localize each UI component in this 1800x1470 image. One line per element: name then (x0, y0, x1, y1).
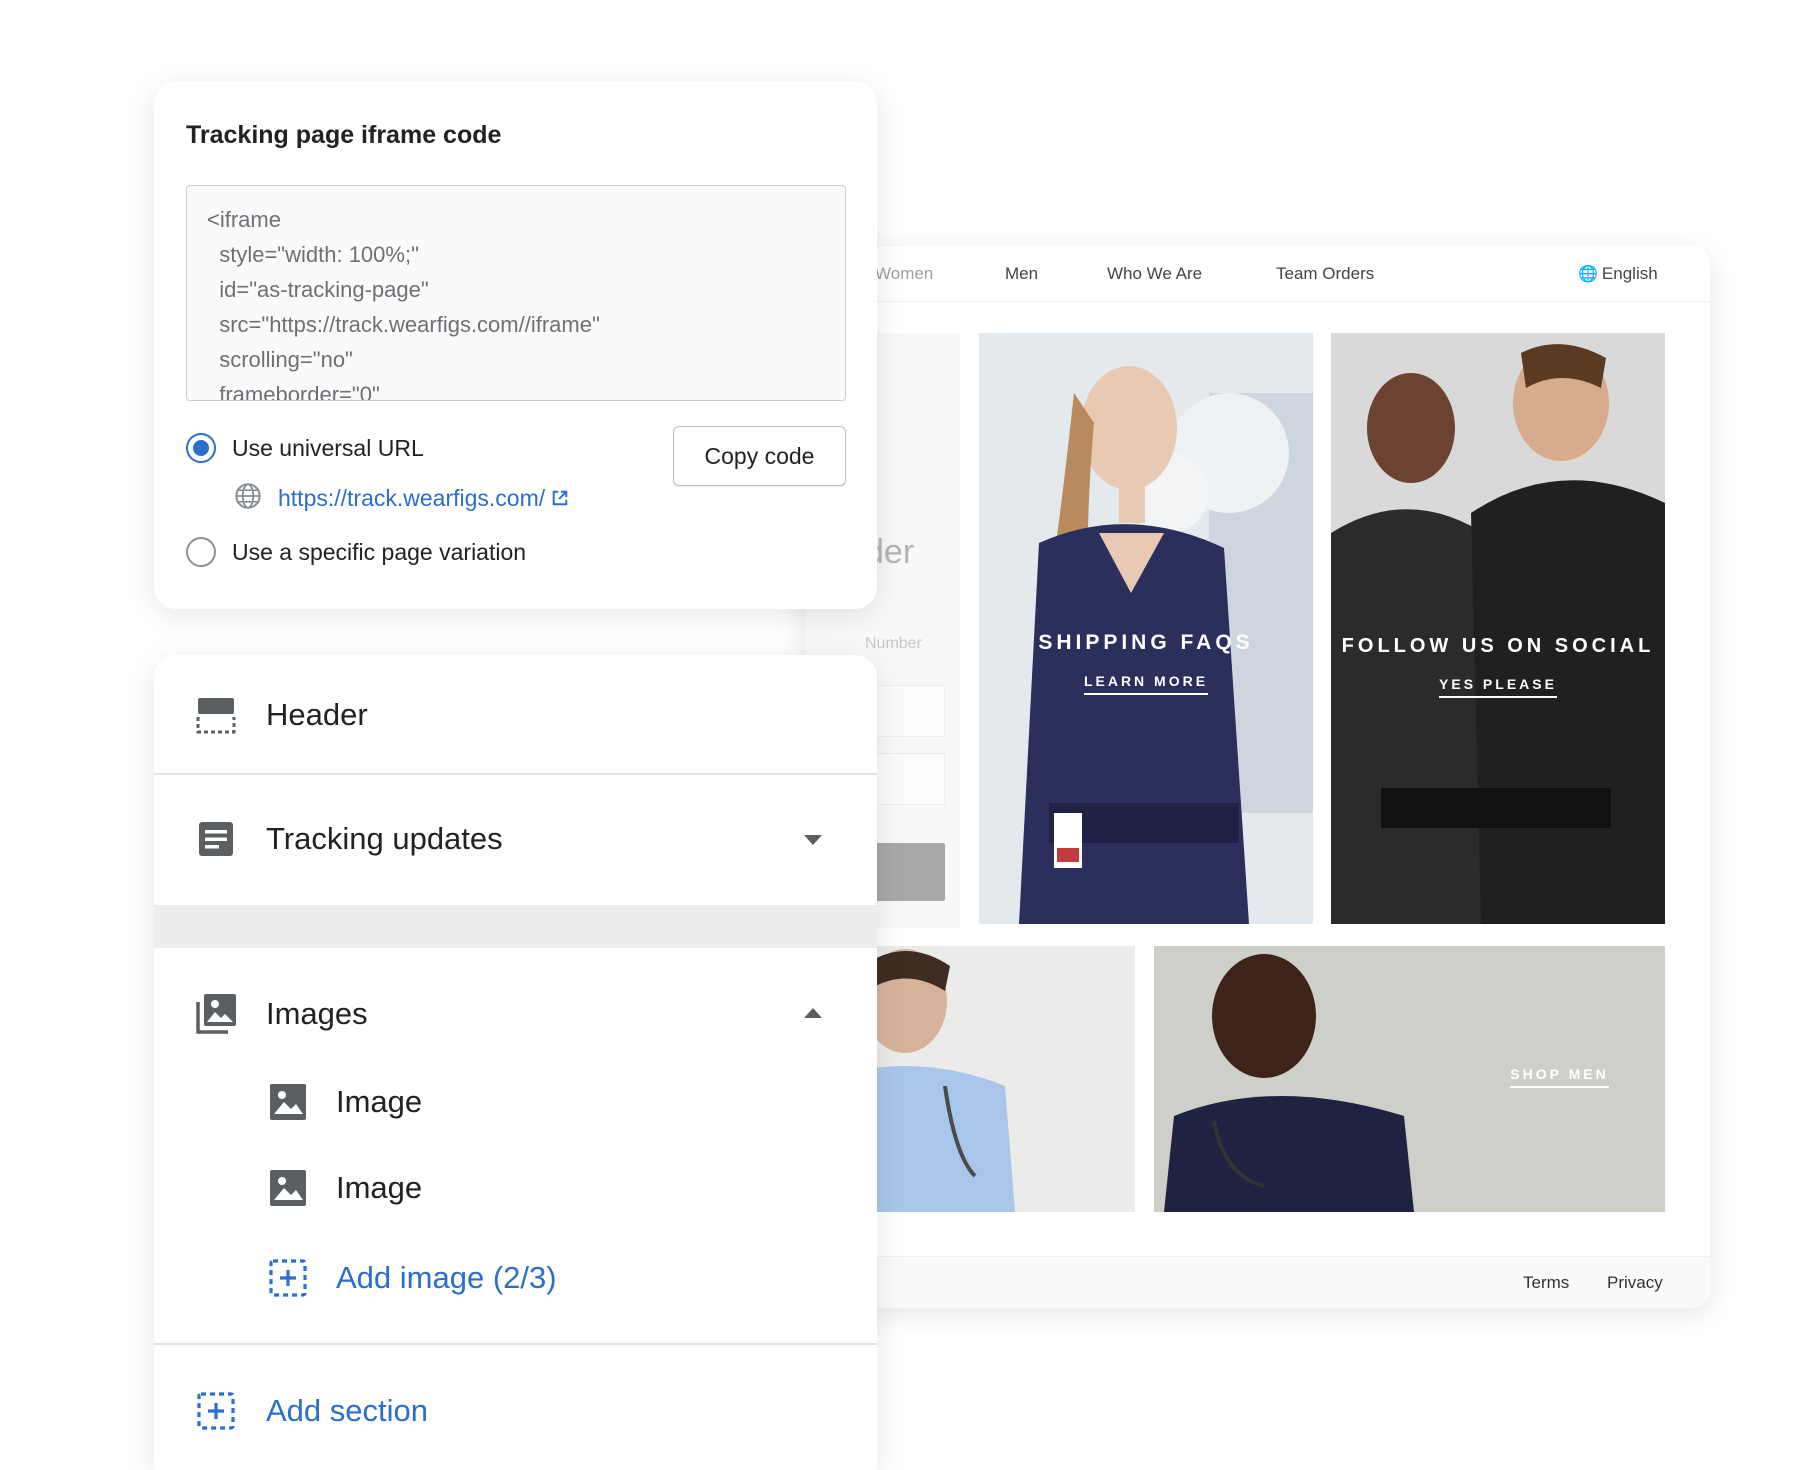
add-image-label: Add image (2/3) (336, 1260, 557, 1295)
image-item-label: Image (336, 1170, 423, 1205)
preview-footer: Terms Privacy (805, 1256, 1710, 1308)
section-tracking-label: Tracking updates (266, 821, 503, 856)
tile-social-cta[interactable]: YES PLEASE (1331, 676, 1665, 698)
document-icon (199, 822, 233, 856)
section-tracking-updates[interactable]: Tracking updates (154, 775, 877, 903)
iframe-code-card: Tracking page iframe code <iframe style=… (154, 81, 877, 609)
chevron-down-icon[interactable] (804, 835, 822, 845)
globe-icon: 🌐 (1578, 266, 1598, 283)
iframe-code-text: <iframe style="width: 100%;" id="as-trac… (207, 207, 600, 401)
language-label: English (1601, 264, 1658, 283)
footer-privacy-link[interactable]: Privacy (1607, 1273, 1663, 1293)
tile-social-title: FOLLOW US ON SOCIAL (1341, 635, 1655, 657)
storefront-preview: Women Men Who We Are Team Orders 🌐 Englis… (805, 246, 1710, 1308)
tile-shop-men[interactable]: SHOP MEN (1154, 946, 1665, 1212)
nav-men[interactable]: Men (1005, 264, 1038, 284)
universal-url-label: Use universal URL (232, 435, 424, 461)
image-item[interactable]: Image (154, 1060, 877, 1146)
language-selector[interactable]: 🌐 English (1578, 264, 1658, 284)
universal-url-link[interactable]: https://track.wearfigs.com/ (278, 485, 569, 512)
sections-panel: Header Tracking updates Images Image Ima… (154, 655, 877, 1470)
section-images[interactable]: Images (154, 948, 877, 1058)
add-section-button[interactable]: Add section (154, 1345, 877, 1470)
chevron-up-icon[interactable] (804, 1008, 822, 1018)
preview-nav: Women Men Who We Are Team Orders 🌐 Englis… (805, 246, 1710, 302)
globe-icon (235, 483, 261, 509)
tile-shop-men-cta[interactable]: SHOP MEN (1454, 1066, 1665, 1088)
image-icon (270, 1084, 306, 1120)
iframe-code-textarea[interactable]: <iframe style="width: 100%;" id="as-trac… (186, 185, 846, 401)
card-title: Tracking page iframe code (186, 121, 502, 149)
section-header-label: Header (266, 697, 368, 732)
add-dashed-icon (197, 1392, 235, 1430)
nav-team-orders[interactable]: Team Orders (1276, 264, 1374, 284)
header-layout-icon (196, 698, 236, 734)
add-section-label: Add section (266, 1393, 428, 1428)
photo-couple-black-jackets (1331, 333, 1665, 924)
footer-terms-link[interactable]: Terms (1523, 1273, 1569, 1293)
page-variation-radio[interactable] (186, 537, 216, 567)
section-separator (154, 905, 877, 948)
image-icon (270, 1170, 306, 1206)
universal-url-radio[interactable] (186, 433, 216, 463)
ghost-label: Number (865, 635, 922, 652)
tile-shipping-cta[interactable]: LEARN MORE (979, 673, 1313, 695)
add-dashed-icon (269, 1259, 307, 1297)
tile-shipping-faqs[interactable]: SHIPPING FAQS LEARN MORE (979, 333, 1313, 924)
nav-who-we-are[interactable]: Who We Are (1107, 264, 1202, 284)
tile-follow-social[interactable]: FOLLOW US ON SOCIAL YES PLEASE (1331, 333, 1665, 924)
images-gallery-icon (196, 994, 236, 1034)
copy-code-button[interactable]: Copy code (673, 426, 846, 486)
tile-shipping-title: SHIPPING FAQS (1038, 631, 1254, 654)
image-item[interactable]: Image (154, 1146, 877, 1232)
page-variation-label: Use a specific page variation (232, 539, 527, 565)
section-header[interactable]: Header (154, 655, 877, 773)
section-images-label: Images (266, 996, 368, 1031)
photo-woman-navy-scrubs (979, 333, 1313, 924)
external-link-icon (552, 490, 568, 506)
add-image-button[interactable]: Add image (2/3) (154, 1232, 877, 1326)
nav-women[interactable]: Women (875, 264, 933, 284)
image-item-label: Image (336, 1084, 423, 1119)
